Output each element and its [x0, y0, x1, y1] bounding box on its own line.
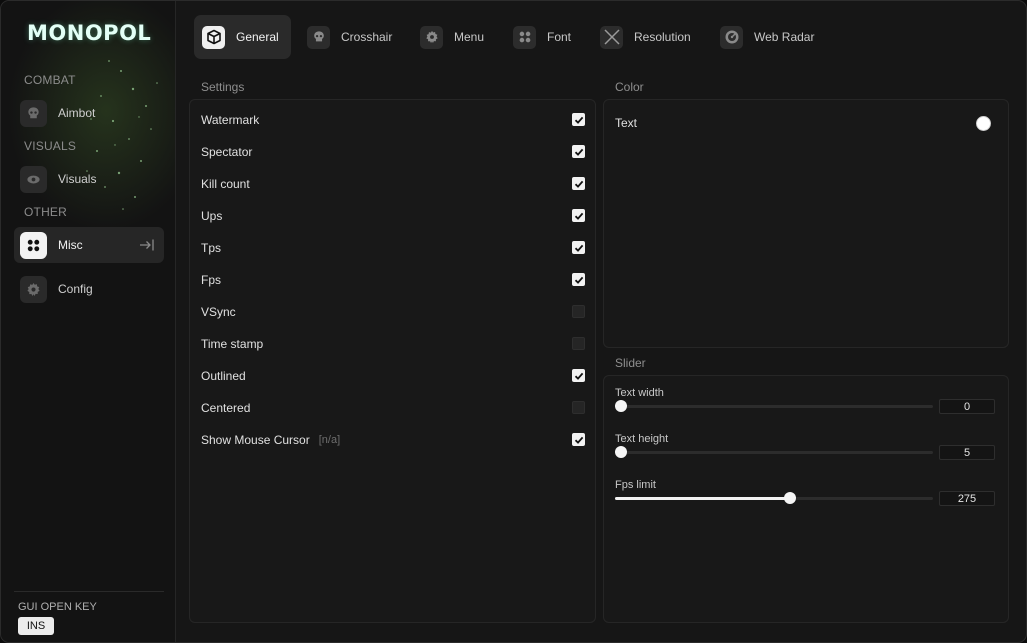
settings-title: Settings [201, 80, 245, 94]
app-window: MONOPOL COMBAT Aimbot VISUALS Visuals OT… [0, 0, 1027, 643]
color-swatch[interactable] [976, 116, 991, 131]
sidebar-item-visuals[interactable]: Visuals [14, 161, 164, 197]
setting-note: [n/a] [318, 434, 341, 446]
tab-label: Resolution [634, 30, 691, 44]
divider [14, 591, 164, 592]
checkbox[interactable] [572, 337, 585, 350]
section-label-other: OTHER [24, 205, 67, 219]
setting-label: Kill count [201, 177, 250, 191]
sidebar-item-aimbot[interactable]: Aimbot [14, 95, 164, 131]
gui-key-label: GUI OPEN KEY [18, 601, 97, 613]
slider-label: Fps limit [615, 479, 656, 491]
slider-text-height[interactable] [615, 446, 933, 458]
setting-label: VSync [201, 305, 236, 319]
setting-label: Ups [201, 209, 223, 223]
tab-label: Font [547, 30, 572, 44]
slider-title: Slider [615, 356, 646, 370]
slider-value-input[interactable]: 275 [939, 491, 995, 506]
checkbox[interactable] [572, 145, 585, 158]
skull-icon [307, 25, 330, 49]
checkbox[interactable] [572, 113, 585, 126]
setting-centered[interactable]: Centered [201, 398, 585, 418]
tab-label: Web Radar [754, 30, 815, 44]
sidebar-item-label: Config [58, 282, 93, 296]
setting-fps[interactable]: Fps [201, 270, 585, 290]
eye-icon [20, 165, 47, 193]
slider-value-input[interactable]: 0 [939, 399, 995, 414]
four-dots-icon [20, 231, 47, 259]
tab-label: Menu [454, 30, 485, 44]
tab-crosshair[interactable]: Crosshair [307, 15, 392, 59]
sidebar-item-config[interactable]: Config [14, 271, 164, 307]
checkbox[interactable] [572, 433, 585, 446]
setting-spectator[interactable]: Spectator [201, 142, 585, 162]
slider-label: Text width [615, 387, 664, 399]
setting-kill-count[interactable]: Kill count [201, 174, 585, 194]
setting-show-mouse-cursor[interactable]: Show Mouse Cursor [n/a] [201, 430, 585, 450]
checkbox[interactable] [572, 369, 585, 382]
setting-tps[interactable]: Tps [201, 238, 585, 258]
slider-label: Text height [615, 433, 669, 445]
tab-label: General [236, 30, 279, 44]
sidebar-item-label: Visuals [58, 172, 97, 186]
setting-label: Watermark [201, 113, 260, 127]
sidebar-item-label: Aimbot [58, 106, 96, 120]
checkbox[interactable] [572, 241, 585, 254]
slider-fill [615, 497, 790, 500]
gear-icon [20, 275, 47, 303]
setting-label: Time stamp [201, 337, 264, 351]
color-title: Color [615, 80, 644, 94]
sidebar-item-label: Misc [58, 238, 83, 252]
slider-value-input[interactable]: 5 [939, 445, 995, 460]
slider-handle[interactable] [615, 400, 627, 412]
enter-arrow-icon [138, 237, 156, 258]
slider-text-width[interactable] [615, 400, 933, 412]
slider-fps-limit[interactable] [615, 492, 933, 504]
color-row-text[interactable]: Text [615, 116, 991, 134]
slider-handle[interactable] [615, 446, 627, 458]
cross-icon [600, 25, 623, 49]
slider-handle[interactable] [784, 492, 796, 504]
radar-icon [720, 25, 743, 49]
color-label: Text [615, 116, 638, 130]
gui-key-button[interactable]: INS [18, 617, 54, 635]
setting-label: Outlined [201, 369, 246, 383]
setting-outlined[interactable]: Outlined [201, 366, 585, 386]
gear-icon [420, 25, 443, 49]
color-panel: Text [603, 99, 1009, 348]
cube-icon [202, 25, 225, 49]
setting-label: Centered [201, 401, 251, 415]
checkbox[interactable] [572, 177, 585, 190]
sidebar-item-misc[interactable]: Misc [14, 227, 164, 263]
tab-resolution[interactable]: Resolution [600, 15, 691, 59]
tab-label: Crosshair [341, 30, 393, 44]
setting-ups[interactable]: Ups [201, 206, 585, 226]
sidebar: MONOPOL COMBAT Aimbot VISUALS Visuals OT… [1, 1, 176, 642]
setting-label: Tps [201, 241, 222, 255]
checkbox[interactable] [572, 401, 585, 414]
tab-font[interactable]: Font [513, 15, 571, 59]
checkbox[interactable] [572, 273, 585, 286]
skull-icon [20, 99, 47, 127]
setting-label: Show Mouse Cursor [201, 433, 310, 447]
four-dots-icon [513, 25, 536, 49]
setting-time-stamp[interactable]: Time stamp [201, 334, 585, 354]
tab-menu[interactable]: Menu [420, 15, 484, 59]
checkbox[interactable] [572, 305, 585, 318]
settings-panel: Watermark Spectator Kill count Ups Tps F… [189, 99, 596, 623]
setting-label: Spectator [201, 145, 253, 159]
section-label-combat: COMBAT [24, 73, 76, 87]
app-logo: MONOPOL [27, 21, 152, 45]
tab-general[interactable]: General [194, 15, 291, 59]
setting-label: Fps [201, 273, 222, 287]
checkbox[interactable] [572, 209, 585, 222]
tab-web-radar[interactable]: Web Radar [720, 15, 814, 59]
section-label-visuals: VISUALS [24, 139, 77, 153]
slider-panel: Text width 0 Text height 5 Fps limit 275 [603, 375, 1009, 623]
setting-watermark[interactable]: Watermark [201, 110, 585, 130]
setting-vsync[interactable]: VSync [201, 302, 585, 322]
